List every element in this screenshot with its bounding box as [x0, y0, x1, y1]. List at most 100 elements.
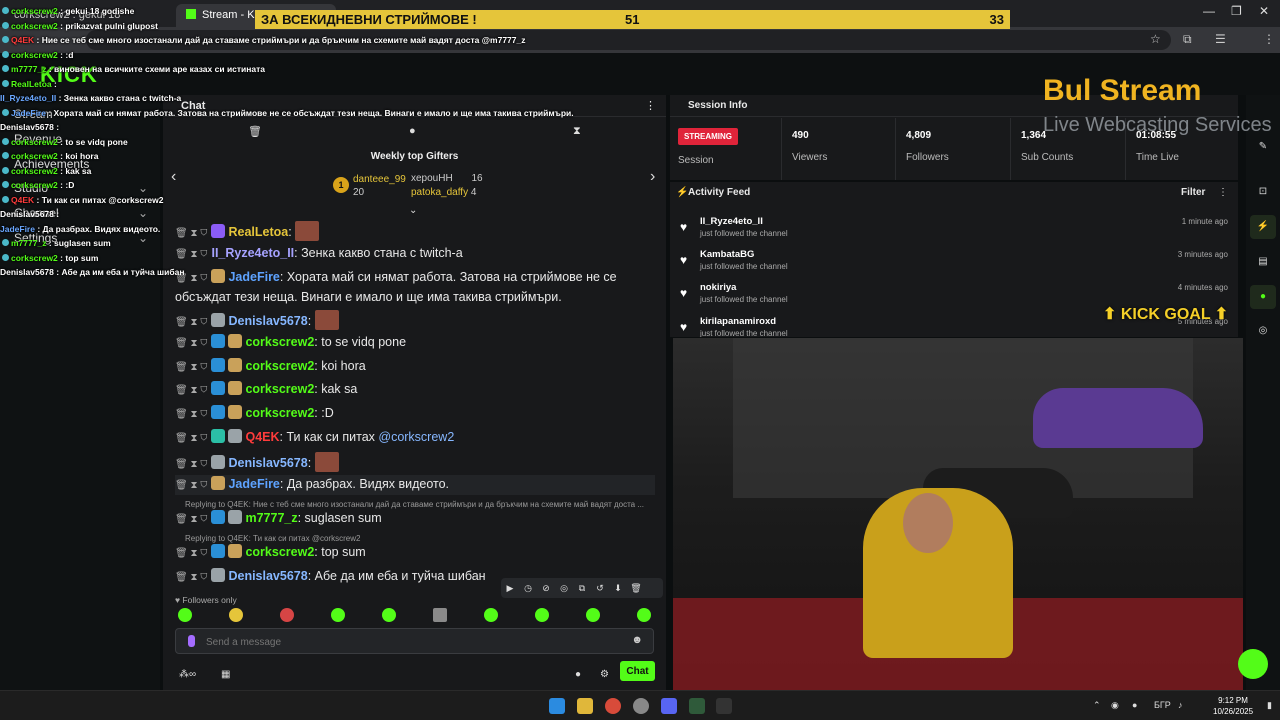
- chat-message[interactable]: 🗑 ⧗ ⛉ corkscrew2: to se vidq pone: [175, 333, 655, 353]
- emote-icon[interactable]: [586, 608, 600, 622]
- activity-user[interactable]: nokiriya: [700, 282, 736, 293]
- filter-button[interactable]: Filter: [1181, 187, 1205, 198]
- chat-message[interactable]: 🗑 ⧗ ⛉ Denislav5678:: [175, 310, 655, 332]
- file-explorer-icon[interactable]: [577, 698, 593, 714]
- chat-message[interactable]: 🗑 ⧗ ⛉ m7777_z: suglasen sum: [175, 509, 655, 529]
- next-arrow-icon[interactable]: ›: [650, 168, 655, 186]
- extensions-icon[interactable]: ⧉: [1183, 32, 1192, 47]
- message-input[interactable]: [206, 633, 626, 651]
- more-icon[interactable]: ⋮: [1218, 187, 1228, 198]
- mod-tools-icon[interactable]: 🗑 ⧗ ⛉: [175, 385, 207, 396]
- stream-video-preview[interactable]: [673, 338, 1243, 690]
- support-fab[interactable]: [1238, 649, 1268, 679]
- chat-message[interactable]: 🗑 ⧗ ⛉ corkscrew2: top sum: [175, 543, 655, 563]
- chat-username[interactable]: corkscrew2: [245, 382, 314, 396]
- emote-icon[interactable]: [382, 608, 396, 622]
- volume-icon[interactable]: ♪: [1178, 700, 1183, 710]
- chat-message[interactable]: 🗑 ⧗ ⛉ Denislav5678:: [175, 452, 655, 474]
- document-icon[interactable]: ▤: [1250, 250, 1276, 274]
- emote-icon[interactable]: [484, 608, 498, 622]
- tray-chevron-icon[interactable]: ⌃: [1093, 700, 1101, 711]
- emote-icon[interactable]: [280, 608, 294, 622]
- overlay-user: corkscrew2: [11, 252, 58, 263]
- menu-icon[interactable]: ⋮: [1263, 32, 1275, 46]
- mod-tools-icon[interactable]: 🗑 ⧗ ⛉: [175, 338, 207, 349]
- activity-item[interactable]: ♥ KambataBG just followed the channel 3 min…: [670, 249, 1238, 281]
- emote-icon[interactable]: [535, 608, 549, 622]
- badge-icon: [228, 510, 243, 524]
- language-indicator[interactable]: БГР: [1154, 700, 1171, 710]
- target-icon[interactable]: ⊡: [1250, 180, 1276, 204]
- overlay-text: koi hora: [65, 151, 99, 161]
- reply-preview[interactable]: Replying to Q4EK: Ти как си питах @corks…: [185, 534, 360, 543]
- mod-tools-icon[interactable]: 🗑 ⧗ ⛉: [175, 572, 207, 583]
- send-chat-button[interactable]: Chat: [620, 661, 655, 681]
- microphone-icon[interactable]: [188, 635, 195, 647]
- hourglass-icon[interactable]: ⧗: [573, 125, 581, 138]
- maximize-button[interactable]: ❐: [1231, 4, 1242, 18]
- chat-username[interactable]: JadeFire: [228, 477, 279, 491]
- chat-message[interactable]: 🗑 ⧗ ⛉ Denislav5678: Абе да им еба и туйча…: [175, 567, 655, 587]
- store-icon[interactable]: ▦: [221, 669, 230, 680]
- chat-message[interactable]: 🗑 ⧗ ⛉ Q4EK: Ти как си питах @corkscrew2: [175, 428, 655, 448]
- chat-username[interactable]: corkscrew2: [245, 545, 314, 559]
- minimize-button[interactable]: —: [1203, 4, 1215, 18]
- activity-user[interactable]: kirilapanamiroxd: [700, 316, 776, 327]
- points-icon[interactable]: ⁂∞: [179, 669, 196, 680]
- emote-icon[interactable]: [637, 608, 651, 622]
- badge-icon: [211, 510, 226, 524]
- tray-mic-icon[interactable]: ●: [1132, 700, 1137, 710]
- chat-username[interactable]: corkscrew2: [245, 359, 314, 373]
- activity-user[interactable]: II_Ryze4eto_II: [700, 216, 763, 227]
- taskbar-clock[interactable]: 9:12 PM 10/26/2025: [1213, 695, 1253, 717]
- mod-tools-icon[interactable]: 🗑 ⧗ ⛉: [175, 409, 207, 420]
- broadcast-icon[interactable]: ◎: [1250, 319, 1276, 343]
- mod-tools-icon[interactable]: 🗑 ⧗ ⛉: [175, 514, 207, 525]
- activity-user[interactable]: KambataBG: [700, 249, 754, 260]
- terminal-icon[interactable]: [716, 698, 732, 714]
- emote-icon[interactable]: [433, 608, 447, 622]
- chat-icon[interactable]: ●: [1250, 285, 1276, 309]
- chat-username[interactable]: Denislav5678: [228, 456, 307, 470]
- mod-tools-icon[interactable]: 🗑 ⧗ ⛉: [175, 459, 207, 470]
- chat-username[interactable]: corkscrew2: [245, 406, 314, 420]
- mod-tools-icon[interactable]: 🗑 ⧗ ⛉: [175, 362, 207, 373]
- chat-mention[interactable]: @corkscrew2: [378, 430, 454, 444]
- app-icon[interactable]: [689, 698, 705, 714]
- notification-icon[interactable]: ▮: [1267, 700, 1272, 711]
- sidebar-icon[interactable]: ☰: [1215, 32, 1226, 46]
- emote-icon[interactable]: [331, 608, 345, 622]
- windows-start-icon[interactable]: [549, 698, 565, 714]
- gear-icon[interactable]: ⚙: [600, 669, 609, 680]
- chat-username[interactable]: Denislav5678: [228, 314, 307, 328]
- mod-tools-icon[interactable]: 🗑 ⧗ ⛉: [175, 433, 207, 444]
- mod-tools-icon[interactable]: 🗑 ⧗ ⛉: [175, 480, 207, 491]
- chrome-icon[interactable]: [605, 698, 621, 714]
- reply-preview[interactable]: Replying to Q4EK: Ние с теб сме много из…: [185, 500, 644, 509]
- emote-icon[interactable]: [178, 608, 192, 622]
- overlay-user: Q4EK: [11, 194, 35, 205]
- mod-tools-icon[interactable]: 🗑 ⧗ ⛉: [175, 548, 207, 559]
- more-icon[interactable]: ⋮: [645, 99, 656, 112]
- chat-text: Ти как си питах: [286, 430, 375, 444]
- chat-message[interactable]: 🗑 ⧗ ⛉ corkscrew2: kak sa: [175, 380, 655, 400]
- mod-tools-icon[interactable]: 🗑 ⧗ ⛉: [175, 317, 207, 328]
- star-icon[interactable]: ☆: [1150, 32, 1161, 46]
- chat-username[interactable]: Q4EK: [245, 430, 279, 444]
- chat-message[interactable]: 🗑 ⧗ ⛉ corkscrew2: :D: [175, 404, 655, 424]
- activity-item[interactable]: ♥ II_Ryze4eto_II just followed the channel…: [670, 216, 1238, 248]
- tray-app-icon[interactable]: ◉: [1111, 700, 1119, 711]
- chat-username[interactable]: m7777_z: [245, 511, 297, 525]
- obs-icon[interactable]: [633, 698, 649, 714]
- chat-username[interactable]: Denislav5678: [228, 569, 307, 583]
- emoji-icon[interactable]: ☻: [631, 634, 643, 646]
- discord-icon[interactable]: [661, 698, 677, 714]
- chat-message-hovered[interactable]: 🗑 ⧗ ⛉ JadeFire: Да разбрах. Видях видеото…: [175, 475, 655, 495]
- edit-icon[interactable]: ✎: [1250, 135, 1276, 159]
- emote-icon[interactable]: [229, 608, 243, 622]
- chat-bubble-icon[interactable]: ●: [575, 669, 581, 680]
- close-button[interactable]: ✕: [1259, 4, 1269, 18]
- chat-username[interactable]: corkscrew2: [245, 335, 314, 349]
- lightning-icon[interactable]: ⚡: [1250, 215, 1276, 239]
- chat-message[interactable]: 🗑 ⧗ ⛉ corkscrew2: koi hora: [175, 357, 655, 377]
